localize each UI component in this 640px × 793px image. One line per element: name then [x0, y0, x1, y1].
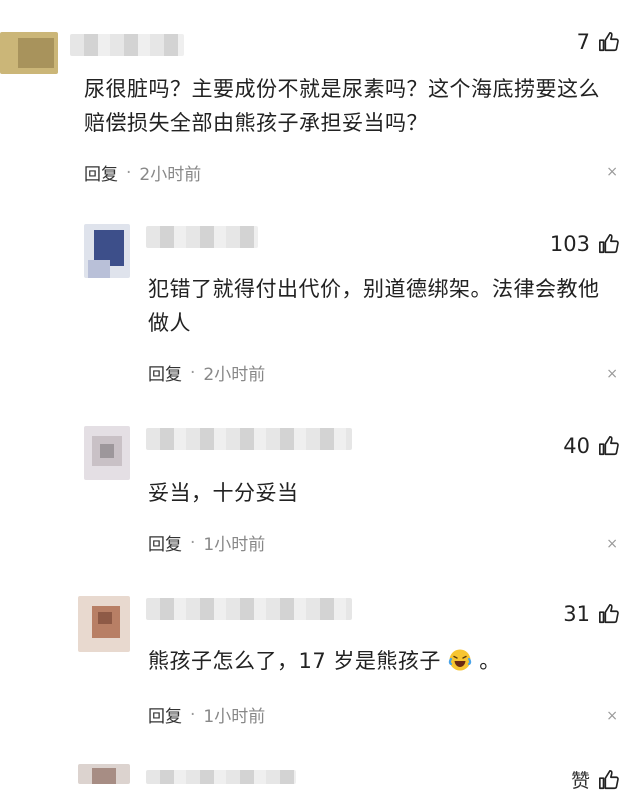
avatar[interactable]: [78, 596, 130, 652]
thumbs-up-icon: [599, 234, 619, 254]
separator-dot: ·: [190, 362, 196, 383]
reply-button[interactable]: 回复: [148, 360, 182, 385]
thumbs-up-icon: [599, 32, 619, 52]
avatar[interactable]: [0, 32, 58, 74]
reply-button[interactable]: 回复: [148, 702, 182, 727]
comment-text: 熊孩子怎么了，17 岁是熊孩子 。: [148, 644, 618, 678]
comment-text: 尿很脏吗？主要成份不就是尿素吗？这个海底捞要这么赔偿损失全部由熊孩子承担妥当吗？: [84, 77, 600, 135]
thumbs-up-icon: [599, 604, 619, 624]
close-icon[interactable]: ×: [606, 366, 618, 382]
comment-text: 犯错了就得付出代价，别道德绑架。法律会教他做人: [148, 277, 600, 335]
timestamp: 1小时前: [203, 707, 266, 727]
like-button[interactable]: 赞: [571, 766, 620, 793]
like-button[interactable]: 40: [563, 434, 620, 458]
like-label: 赞: [570, 770, 590, 792]
like-button[interactable]: 31: [563, 602, 620, 626]
thumbs-up-icon: [599, 436, 619, 456]
close-icon[interactable]: ×: [606, 164, 618, 180]
timestamp: 2小时前: [139, 165, 202, 185]
timestamp: 1小时前: [203, 535, 266, 555]
avatar[interactable]: [84, 224, 130, 278]
close-icon[interactable]: ×: [606, 708, 618, 724]
comment-text-end: 。: [479, 649, 501, 673]
username-blurred[interactable]: [146, 598, 352, 620]
separator-dot: ·: [126, 162, 132, 183]
separator-dot: ·: [190, 704, 196, 725]
timestamp: 2小时前: [203, 365, 266, 385]
like-count: 40: [563, 434, 590, 458]
username-blurred[interactable]: [146, 770, 296, 784]
username-blurred[interactable]: [70, 34, 184, 56]
avatar[interactable]: [84, 426, 130, 480]
comment-text-main: 熊孩子怎么了，17 岁是熊孩子: [148, 649, 441, 673]
separator-dot: ·: [190, 532, 196, 553]
avatar[interactable]: [78, 764, 130, 784]
like-button[interactable]: 103: [550, 232, 620, 256]
comment-meta: 回复 · 1小时前: [148, 702, 266, 728]
reply-button[interactable]: 回复: [84, 160, 118, 185]
laughing-crying-emoji-icon: [448, 649, 472, 671]
like-count: 31: [563, 602, 590, 626]
like-count: 7: [576, 30, 590, 54]
like-button[interactable]: 7: [577, 30, 620, 54]
reply-button[interactable]: 回复: [148, 530, 182, 555]
close-icon[interactable]: ×: [606, 536, 618, 552]
username-blurred[interactable]: [146, 428, 352, 450]
comment-meta: 回复 · 1小时前: [148, 530, 266, 556]
comment-meta: 回复 · 2小时前: [148, 360, 266, 386]
like-count: 103: [549, 232, 590, 256]
username-blurred[interactable]: [146, 226, 258, 248]
comment-meta: 回复 · 2小时前: [84, 160, 202, 186]
comment-text: 妥当，十分妥当: [148, 481, 299, 505]
thumbs-up-icon: [599, 769, 619, 789]
